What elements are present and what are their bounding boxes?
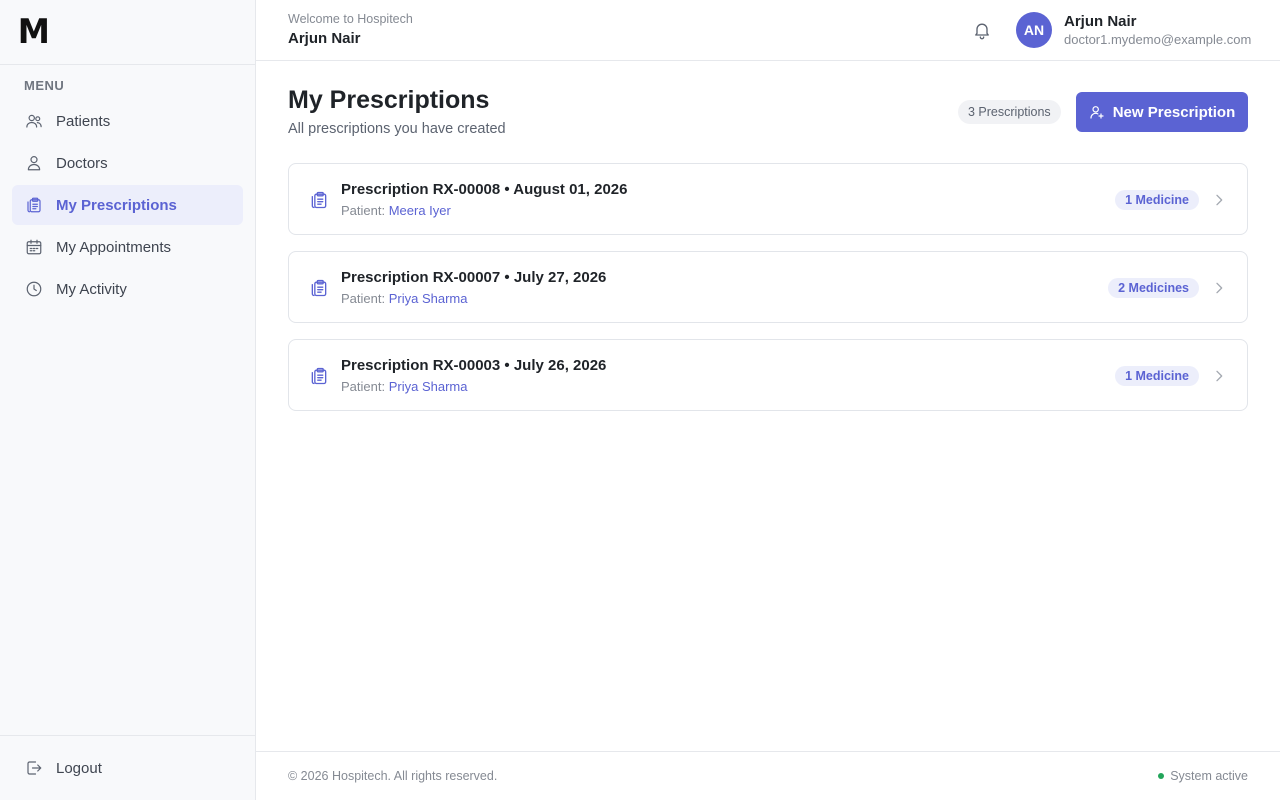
medicine-count-badge: 1 Medicine: [1115, 366, 1199, 386]
prescription-card[interactable]: Prescription RX-00003 • July 26, 2026 Pa…: [288, 339, 1248, 411]
patient-label: Patient:: [341, 291, 386, 306]
sidebar-item-doctors[interactable]: Doctors: [12, 143, 243, 183]
prescription-card[interactable]: Prescription RX-00007 • July 27, 2026 Pa…: [288, 251, 1248, 323]
sidebar-item-my-activity[interactable]: My Activity: [12, 269, 243, 309]
prescription-title: Prescription RX-00007 • July 27, 2026: [341, 269, 607, 286]
logo[interactable]: M: [18, 15, 50, 49]
sidebar: M MENU Patients Doctors My Prescriptions: [0, 0, 256, 800]
sidebar-item-label: My Appointments: [56, 238, 172, 256]
clipboard-icon: [24, 195, 44, 215]
prescription-patient: Patient: Meera Iyer: [341, 203, 451, 218]
patient-link[interactable]: Priya Sharma: [389, 379, 468, 394]
top-header: Welcome to Hospitech Arjun Nair AN Arjun…: [256, 0, 1280, 61]
calendar-icon: [24, 237, 44, 257]
user-icon: [24, 153, 44, 173]
clipboard-icon: [309, 278, 329, 298]
status-dot: [1158, 773, 1165, 779]
bell-icon[interactable]: [972, 20, 992, 40]
logo-area: M: [0, 0, 255, 65]
medicine-count-badge: 1 Medicine: [1115, 190, 1199, 210]
logout-label: Logout: [56, 759, 102, 777]
sidebar-item-label: My Prescriptions: [56, 196, 177, 214]
welcome-text: Welcome to Hospitech: [288, 12, 413, 26]
page-subtitle: All prescriptions you have created: [288, 121, 506, 137]
logout-icon: [24, 758, 44, 778]
prescription-patient: Patient: Priya Sharma: [341, 291, 467, 306]
clock-icon: [24, 279, 44, 299]
new-prescription-button[interactable]: New Prescription: [1076, 92, 1248, 132]
prescription-card[interactable]: Prescription RX-00008 • August 01, 2026 …: [288, 163, 1248, 235]
sidebar-nav: Patients Doctors My Prescriptions My App…: [12, 101, 243, 311]
new-prescription-label: New Prescription: [1112, 103, 1236, 121]
prescription-title: Prescription RX-00008 • August 01, 2026: [341, 181, 628, 198]
logout-button[interactable]: Logout: [12, 748, 243, 788]
account-name: Arjun Nair: [1064, 13, 1137, 30]
clipboard-icon: [309, 366, 329, 386]
sidebar-item-label: My Activity: [56, 280, 127, 298]
users-icon: [24, 111, 44, 131]
prescription-patient: Patient: Priya Sharma: [341, 379, 467, 394]
clipboard-icon: [309, 190, 329, 210]
copyright-text: © 2026 Hospitech. All rights reserved.: [288, 769, 498, 783]
page-title: My Prescriptions: [288, 86, 490, 114]
menu-label: MENU: [24, 78, 65, 93]
logout-area: Logout: [0, 735, 255, 800]
patient-label: Patient:: [341, 203, 386, 218]
chevron-right-icon: [1211, 192, 1227, 208]
medicine-count-badge: 2 Medicines: [1108, 278, 1199, 298]
account-email: doctor1.mydemo@example.com: [1064, 32, 1252, 47]
user-plus-icon: [1089, 104, 1105, 120]
chevron-right-icon: [1211, 368, 1227, 384]
sidebar-item-my-appointments[interactable]: My Appointments: [12, 227, 243, 267]
chevron-right-icon: [1211, 280, 1227, 296]
footer: © 2026 Hospitech. All rights reserved. S…: [256, 751, 1280, 800]
prescription-title: Prescription RX-00003 • July 26, 2026: [341, 357, 607, 374]
sidebar-item-patients[interactable]: Patients: [12, 101, 243, 141]
avatar[interactable]: AN: [1016, 12, 1052, 48]
prescription-list: Prescription RX-00008 • August 01, 2026 …: [288, 163, 1248, 427]
sidebar-item-my-prescriptions[interactable]: My Prescriptions: [12, 185, 243, 225]
patient-link[interactable]: Meera Iyer: [389, 203, 451, 218]
prescription-count-badge: 3 Prescriptions: [958, 100, 1061, 124]
sidebar-item-label: Patients: [56, 112, 111, 130]
header-user-name: Arjun Nair: [288, 30, 361, 47]
patient-link[interactable]: Priya Sharma: [389, 291, 468, 306]
sidebar-item-label: Doctors: [56, 154, 108, 172]
system-status: System active: [1158, 769, 1248, 783]
status-text: System active: [1170, 769, 1248, 783]
patient-label: Patient:: [341, 379, 386, 394]
